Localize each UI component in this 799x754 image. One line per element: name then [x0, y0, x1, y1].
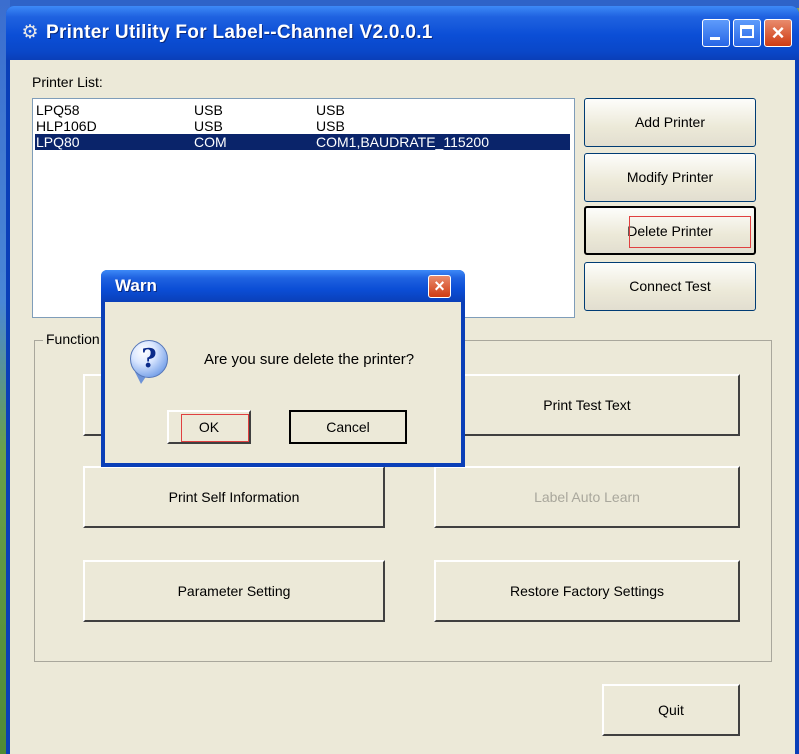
printer-port: USB: [194, 102, 223, 118]
list-item[interactable]: HLP106D USB USB: [35, 118, 570, 134]
printer-port: USB: [194, 118, 223, 134]
ok-focus-indicator: [181, 414, 249, 442]
dialog-message: Are you sure delete the printer?: [204, 351, 415, 368]
close-button[interactable]: ×: [764, 19, 792, 47]
printer-port: COM: [194, 134, 227, 150]
list-item[interactable]: LPQ58 USB USB: [35, 102, 570, 118]
question-icon: ?: [130, 340, 168, 378]
maximize-button[interactable]: [733, 19, 761, 47]
print-test-text-button[interactable]: Print Test Text: [434, 374, 740, 436]
function-group-label: Function: [43, 331, 103, 347]
printer-name: HLP106D: [36, 118, 97, 134]
focus-indicator: [629, 216, 751, 248]
dialog-title-bar[interactable]: Warn ×: [101, 270, 465, 302]
dialog-body: ? Are you sure delete the printer? OK Ca…: [105, 302, 461, 463]
maximize-icon: [740, 25, 754, 38]
list-item-selected[interactable]: LPQ80 COM COM1,BAUDRATE_115200: [35, 134, 570, 150]
printer-detail: USB: [316, 102, 345, 118]
close-icon: ×: [771, 20, 785, 45]
printer-detail: USB: [316, 118, 345, 134]
parameter-setting-button[interactable]: Parameter Setting: [83, 560, 385, 622]
gear-icon: ⚙: [21, 22, 39, 43]
cancel-button[interactable]: Cancel: [289, 410, 407, 444]
restore-factory-settings-button[interactable]: Restore Factory Settings: [434, 560, 740, 622]
minimize-button[interactable]: [702, 19, 730, 47]
add-printer-button[interactable]: Add Printer: [584, 98, 756, 147]
modify-printer-button[interactable]: Modify Printer: [584, 153, 756, 202]
connect-test-button[interactable]: Connect Test: [584, 262, 756, 311]
printer-list-label: Printer List:: [32, 74, 103, 90]
dialog-title: Warn: [115, 276, 157, 295]
close-icon: ×: [434, 276, 445, 296]
print-self-information-button[interactable]: Print Self Information: [83, 466, 385, 528]
title-bar[interactable]: ⚙ Printer Utility For Label--Channel V2.…: [6, 6, 799, 60]
printer-name: LPQ58: [36, 102, 80, 118]
printer-name: LPQ80: [36, 134, 80, 150]
dialog-close-button[interactable]: ×: [428, 275, 451, 298]
quit-button[interactable]: Quit: [602, 684, 740, 736]
window-title: Printer Utility For Label--Channel V2.0.…: [46, 22, 433, 43]
printer-detail: COM1,BAUDRATE_115200: [316, 134, 489, 150]
warn-dialog: Warn × ? Are you sure delete the printer…: [101, 270, 465, 467]
label-auto-learn-button: Label Auto Learn: [434, 466, 740, 528]
minimize-icon: [710, 37, 720, 40]
